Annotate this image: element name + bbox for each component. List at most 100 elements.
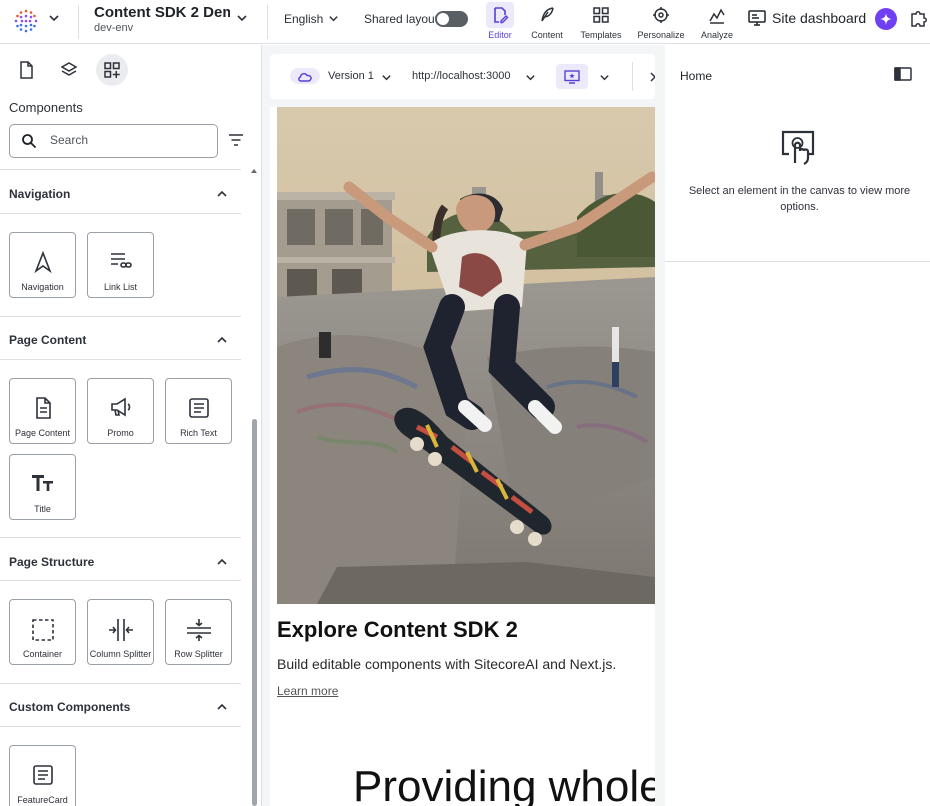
ai-assistant-button[interactable] bbox=[875, 8, 897, 30]
component-navigation[interactable]: Navigation bbox=[9, 232, 76, 298]
component-promo[interactable]: Promo bbox=[87, 378, 154, 444]
section-heading[interactable]: Providing whole bbox=[353, 762, 655, 806]
sitecore-logo-icon[interactable] bbox=[13, 8, 39, 34]
nav-editor[interactable]: Editor bbox=[486, 0, 514, 44]
container-icon bbox=[10, 618, 75, 642]
component-label: Promo bbox=[107, 428, 134, 438]
language-chevron-down-icon[interactable] bbox=[328, 13, 339, 24]
divider bbox=[0, 726, 241, 727]
version-selector[interactable]: Version 1 bbox=[328, 70, 374, 82]
component-page-content[interactable]: Page Content bbox=[9, 378, 76, 444]
grid-icon bbox=[587, 2, 615, 28]
more-tools-icon[interactable] bbox=[650, 72, 655, 82]
panel-title: Home bbox=[680, 69, 713, 83]
page-description[interactable]: Build editable components with SitecoreA… bbox=[277, 656, 616, 672]
component-row-splitter[interactable]: Row Splitter bbox=[165, 599, 232, 665]
site-dashboard-button[interactable]: Site dashboard bbox=[748, 10, 866, 26]
page-heading[interactable]: Explore Content SDK 2 bbox=[277, 617, 518, 643]
touch-screen-icon bbox=[779, 129, 817, 167]
components-panel: Components Navigation Navigation Link Li… bbox=[0, 45, 262, 806]
hero-image[interactable] bbox=[277, 107, 655, 604]
learn-more-link[interactable]: Learn more bbox=[277, 684, 338, 698]
scrollbar-thumb[interactable] bbox=[252, 419, 257, 806]
component-rich-text[interactable]: Rich Text bbox=[165, 378, 232, 444]
chevron-up-icon[interactable] bbox=[216, 556, 228, 568]
chevron-down-icon[interactable] bbox=[48, 12, 60, 24]
section-header-page-content[interactable]: Page Content bbox=[9, 333, 86, 347]
add-component-icon bbox=[103, 61, 121, 79]
divider bbox=[0, 169, 241, 170]
component-title[interactable]: Title bbox=[9, 454, 76, 520]
sparkle-icon bbox=[879, 12, 893, 26]
nav-label: Analyze bbox=[700, 30, 734, 40]
site-dashboard-label: Site dashboard bbox=[772, 10, 867, 26]
section-header-custom-components[interactable]: Custom Components bbox=[9, 700, 130, 714]
nav-label: Personalize bbox=[637, 30, 685, 40]
tab-components[interactable] bbox=[96, 54, 128, 86]
title-text-icon bbox=[10, 473, 75, 493]
nav-content[interactable]: Content bbox=[529, 0, 565, 44]
divider bbox=[0, 683, 241, 684]
editor-icon bbox=[486, 2, 514, 28]
component-label: Column Splitter bbox=[89, 649, 152, 659]
chevron-up-icon[interactable] bbox=[216, 701, 228, 713]
divider bbox=[665, 261, 930, 262]
top-bar: Content SDK 2 Demo dev-env English Share… bbox=[0, 0, 930, 44]
url-chevron-down-icon[interactable] bbox=[525, 72, 536, 83]
divider bbox=[0, 580, 241, 581]
divider bbox=[78, 5, 79, 39]
rich-text-icon bbox=[10, 764, 75, 786]
device-chevron-down-icon[interactable] bbox=[599, 72, 610, 83]
divider bbox=[0, 359, 241, 360]
canvas-toolbar: Version 1 http://localhost:3000 bbox=[270, 54, 655, 99]
site-name[interactable]: Content SDK 2 Demo bbox=[94, 4, 230, 21]
component-label: Container bbox=[22, 649, 63, 659]
divider bbox=[632, 62, 633, 91]
scroll-up-arrow-icon[interactable] bbox=[251, 169, 257, 173]
component-container[interactable]: Container bbox=[9, 599, 76, 665]
feather-icon bbox=[533, 2, 561, 28]
environment-name: dev-env bbox=[94, 22, 134, 34]
panel-toggle-icon[interactable] bbox=[894, 67, 912, 81]
puzzle-icon[interactable] bbox=[909, 8, 929, 28]
section-header-page-structure[interactable]: Page Structure bbox=[9, 555, 94, 569]
component-featurecard[interactable]: FeatureCard bbox=[9, 745, 76, 806]
cloud-icon[interactable] bbox=[290, 68, 320, 84]
nav-label: Templates bbox=[580, 30, 622, 40]
nav-label: Editor bbox=[488, 30, 512, 40]
component-label: Row Splitter bbox=[174, 649, 223, 659]
navigation-arrow-icon bbox=[10, 251, 75, 273]
rich-text-icon bbox=[166, 397, 231, 419]
monitor-star-icon bbox=[564, 69, 580, 84]
filter-icon[interactable] bbox=[228, 133, 244, 147]
column-splitter-icon bbox=[88, 618, 153, 642]
monitor-icon bbox=[748, 10, 766, 26]
component-label: Link List bbox=[103, 282, 138, 292]
preview-url[interactable]: http://localhost:3000 bbox=[412, 70, 510, 82]
search-icon bbox=[21, 133, 37, 149]
divider bbox=[0, 213, 241, 214]
version-chevron-down-icon[interactable] bbox=[381, 72, 392, 83]
divider bbox=[0, 537, 241, 538]
target-icon bbox=[647, 2, 675, 28]
shared-layout-toggle[interactable] bbox=[435, 11, 468, 27]
search-input[interactable] bbox=[50, 133, 210, 147]
search-field[interactable] bbox=[9, 124, 218, 158]
nav-analyze[interactable]: Analyze bbox=[699, 0, 735, 44]
page-preview[interactable]: Explore Content SDK 2 Build editable com… bbox=[270, 107, 655, 806]
chevron-up-icon[interactable] bbox=[216, 334, 228, 346]
language-selector[interactable]: English bbox=[284, 12, 323, 26]
component-label: Page Content bbox=[14, 428, 71, 438]
tab-layers[interactable] bbox=[53, 54, 85, 86]
nav-personalize[interactable]: Personalize bbox=[636, 0, 686, 44]
site-chevron-down-icon[interactable] bbox=[236, 12, 248, 24]
chevron-up-icon[interactable] bbox=[216, 188, 228, 200]
section-header-navigation[interactable]: Navigation bbox=[9, 187, 70, 201]
nav-label: Content bbox=[531, 30, 563, 40]
shared-layout-label: Shared layout bbox=[364, 12, 439, 26]
nav-templates[interactable]: Templates bbox=[579, 0, 623, 44]
device-preview-button[interactable] bbox=[556, 64, 588, 89]
component-link-list[interactable]: Link List bbox=[87, 232, 154, 298]
component-column-splitter[interactable]: Column Splitter bbox=[87, 599, 154, 665]
tab-page[interactable] bbox=[10, 54, 42, 86]
